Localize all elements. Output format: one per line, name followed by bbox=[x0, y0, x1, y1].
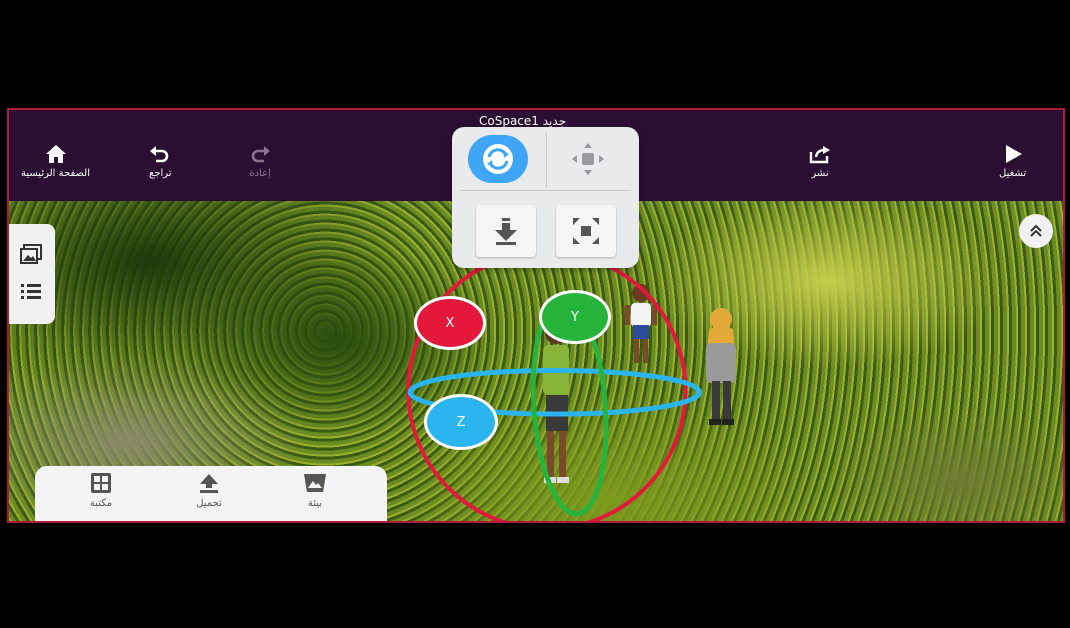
rotate-icon bbox=[483, 144, 513, 174]
library-icon bbox=[91, 473, 111, 493]
double-chevron-up-icon bbox=[1030, 224, 1042, 237]
bottom-toolbar: مكتبة تحميل بيئة bbox=[35, 466, 387, 521]
move-mode-button[interactable] bbox=[562, 139, 614, 179]
axis-handle-z[interactable]: Z bbox=[424, 394, 498, 450]
character-girl[interactable] bbox=[621, 281, 661, 381]
undo-label: تراجع bbox=[149, 168, 172, 179]
share-label: نشر bbox=[811, 168, 829, 179]
drop-to-ground-icon bbox=[495, 218, 517, 245]
axis-handle-y[interactable]: Y bbox=[539, 290, 611, 344]
project-title[interactable]: CoSpace1 جديد bbox=[479, 114, 566, 128]
environment-icon bbox=[304, 474, 326, 492]
undo-icon bbox=[150, 146, 169, 163]
transform-mode-popup bbox=[452, 127, 639, 268]
upload-button[interactable]: تحميل bbox=[169, 472, 249, 509]
upload-icon bbox=[200, 474, 218, 493]
share-button[interactable]: نشر bbox=[809, 144, 831, 179]
share-icon bbox=[809, 146, 830, 164]
collapse-up-button[interactable] bbox=[1019, 214, 1053, 248]
environment-button[interactable]: بيئة bbox=[275, 472, 355, 509]
play-label: تشغيل bbox=[999, 168, 1027, 179]
side-panel bbox=[9, 224, 55, 324]
move-icon bbox=[572, 143, 604, 175]
home-icon bbox=[45, 145, 66, 163]
play-button[interactable]: تشغيل bbox=[999, 144, 1026, 179]
cospaces-editor: X Y Z CoSpace1 جديد الصفحة الرئيسية تراج… bbox=[7, 108, 1065, 523]
popup-divider bbox=[460, 190, 631, 191]
home-button[interactable]: الصفحة الرئيسية bbox=[21, 144, 90, 179]
character-woman-hijab[interactable] bbox=[699, 305, 745, 435]
redo-icon bbox=[251, 146, 270, 163]
environment-label: بيئة bbox=[307, 498, 323, 509]
scale-button[interactable] bbox=[556, 205, 616, 257]
library-label: مكتبة bbox=[89, 498, 113, 509]
upload-label: تحميل bbox=[196, 498, 222, 509]
play-icon bbox=[1005, 145, 1022, 163]
undo-button[interactable]: تراجع bbox=[149, 144, 172, 179]
character-boy-selected[interactable] bbox=[534, 319, 580, 489]
redo-label: إعادة bbox=[249, 168, 271, 179]
list-icon[interactable] bbox=[20, 282, 42, 300]
popup-vertical-divider bbox=[546, 133, 547, 188]
scale-icon bbox=[573, 218, 599, 244]
axis-handle-x[interactable]: X bbox=[414, 296, 486, 350]
drop-to-ground-button[interactable] bbox=[476, 205, 536, 257]
redo-button[interactable]: إعادة bbox=[249, 144, 271, 179]
home-label: الصفحة الرئيسية bbox=[21, 168, 90, 179]
rotate-mode-button[interactable] bbox=[468, 135, 528, 183]
image-gallery-icon[interactable] bbox=[20, 244, 42, 264]
library-button[interactable]: مكتبة bbox=[61, 472, 141, 509]
